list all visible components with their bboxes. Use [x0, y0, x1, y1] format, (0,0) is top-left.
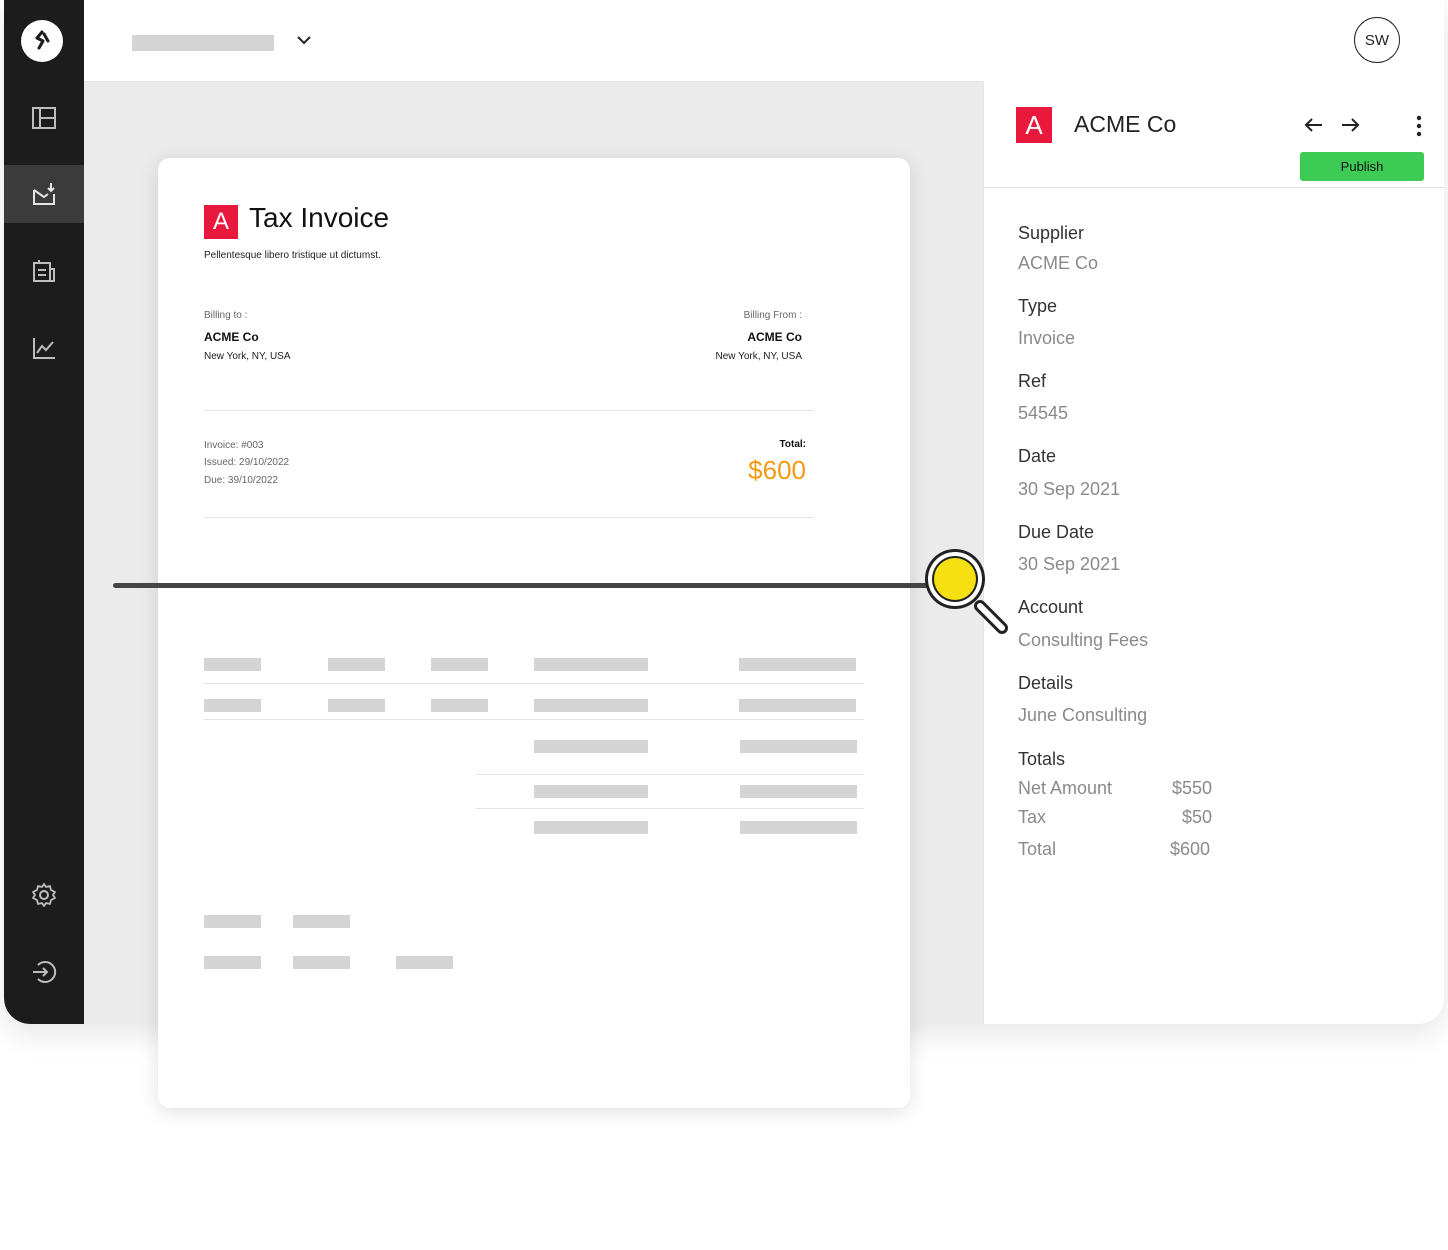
invoice-logo: A [204, 205, 238, 239]
summary-placeholder [740, 785, 857, 798]
billing-from-address: New York, NY, USA [715, 351, 802, 362]
scan-line [113, 583, 929, 588]
footer-placeholder [293, 956, 350, 969]
line-item-placeholder [328, 699, 385, 712]
settings-icon [32, 883, 56, 907]
billing-from-name: ACME Co [747, 330, 802, 344]
divider [204, 719, 864, 720]
totals-tax-value: $50 [1181, 807, 1212, 827]
field-label-type: Type [1018, 296, 1058, 316]
invoice-number: Invoice: #003 [204, 440, 264, 451]
field-label-account: Account [1018, 597, 1084, 617]
workspace-selector[interactable] [132, 35, 274, 51]
divider [204, 683, 864, 684]
billing-to-label: Billing to : [204, 310, 248, 321]
totals-tax-label: Tax [1018, 807, 1047, 827]
field-value-account[interactable]: Consulting Fees [1018, 630, 1148, 651]
line-item-placeholder [431, 699, 488, 712]
sidebar-item-inbox[interactable] [4, 165, 84, 223]
totals-heading: Totals [1018, 749, 1066, 769]
footer-placeholder [204, 915, 261, 928]
line-item-placeholder [739, 658, 856, 671]
summary-placeholder [534, 821, 648, 834]
field-value-type[interactable]: Invoice [1018, 328, 1075, 349]
billing-to-address: New York, NY, USA [204, 351, 291, 362]
field-value-details[interactable]: June Consulting [1018, 705, 1147, 726]
line-item-placeholder [534, 658, 648, 671]
analytics-icon [33, 338, 55, 359]
summary-placeholder [534, 740, 648, 753]
invoice-issued: Issued: 29/10/2022 [204, 457, 290, 468]
summary-placeholder [534, 785, 648, 798]
invoice-title: Tax Invoice [249, 202, 390, 233]
publish-button[interactable]: Publish [1300, 152, 1424, 181]
line-item-placeholder [431, 658, 488, 671]
summary-placeholder [740, 740, 857, 753]
panel-header: A ACME Co Publish [984, 81, 1444, 188]
magnifier-icon [925, 549, 1008, 634]
field-value-supplier[interactable]: ACME Co [1018, 253, 1098, 274]
sidebar-item-dashboard[interactable] [4, 89, 84, 147]
invoice-due: Due: 39/10/2022 [204, 475, 278, 486]
invoice-total-label: Total: [779, 439, 806, 450]
field-label-details: Details [1018, 673, 1074, 693]
avatar[interactable]: SW [1354, 17, 1400, 63]
chevron-down-icon[interactable] [294, 30, 314, 50]
sidebar [4, 0, 84, 1024]
divider [204, 517, 814, 518]
sidebar-item-analytics[interactable] [4, 319, 84, 377]
invoice-subtitle: Pellentesque libero tristique ut dictums… [204, 250, 381, 261]
line-item-placeholder [204, 699, 261, 712]
dashboard-icon [32, 107, 56, 129]
app-logo-icon[interactable] [21, 20, 63, 62]
totals-net-label: Net Amount [1018, 778, 1113, 798]
invoice-total-value: $600 [748, 455, 806, 485]
sidebar-item-logout[interactable] [4, 943, 84, 1001]
field-label-supplier: Supplier [1018, 223, 1085, 243]
divider [476, 774, 864, 775]
field-label-ref: Ref [1018, 371, 1047, 391]
totals-net-value: $550 [1171, 778, 1212, 798]
field-value-due-date[interactable]: 30 Sep 2021 [1018, 554, 1120, 575]
field-label-date: Date [1018, 446, 1057, 466]
detail-panel: A ACME Co Publish Supplier ACME Co Type … [983, 81, 1444, 1024]
documents-icon [33, 260, 55, 282]
line-item-placeholder [204, 658, 261, 671]
footer-placeholder [293, 915, 350, 928]
arrow-right-icon[interactable] [1338, 113, 1362, 137]
line-item-placeholder [534, 699, 648, 712]
field-value-date[interactable]: 30 Sep 2021 [1018, 479, 1120, 500]
invoice-document: A Tax Invoice Pellentesque libero tristi… [158, 158, 910, 1108]
logout-icon [33, 961, 57, 983]
field-label-due-date: Due Date [1018, 522, 1095, 542]
divider [204, 410, 814, 411]
field-value-ref[interactable]: 54545 [1018, 403, 1068, 424]
divider [476, 808, 864, 809]
more-vertical-icon[interactable] [1416, 115, 1422, 137]
billing-to-name: ACME Co [204, 330, 259, 344]
billing-from-label: Billing From : [743, 310, 802, 321]
line-item-placeholder [739, 699, 856, 712]
totals-total-value: $600 [1169, 839, 1210, 859]
line-item-placeholder [328, 658, 385, 671]
topbar: SW [84, 0, 1444, 82]
sidebar-item-settings[interactable] [4, 866, 84, 924]
supplier-logo: A [1016, 107, 1052, 143]
panel-title: ACME Co [1074, 111, 1177, 137]
arrow-left-icon[interactable] [1302, 113, 1326, 137]
summary-placeholder [740, 821, 857, 834]
inbox-download-icon [33, 183, 55, 205]
sidebar-item-documents[interactable] [4, 242, 84, 300]
totals-total-label: Total [1018, 839, 1057, 859]
footer-placeholder [396, 956, 453, 969]
footer-placeholder [204, 956, 261, 969]
